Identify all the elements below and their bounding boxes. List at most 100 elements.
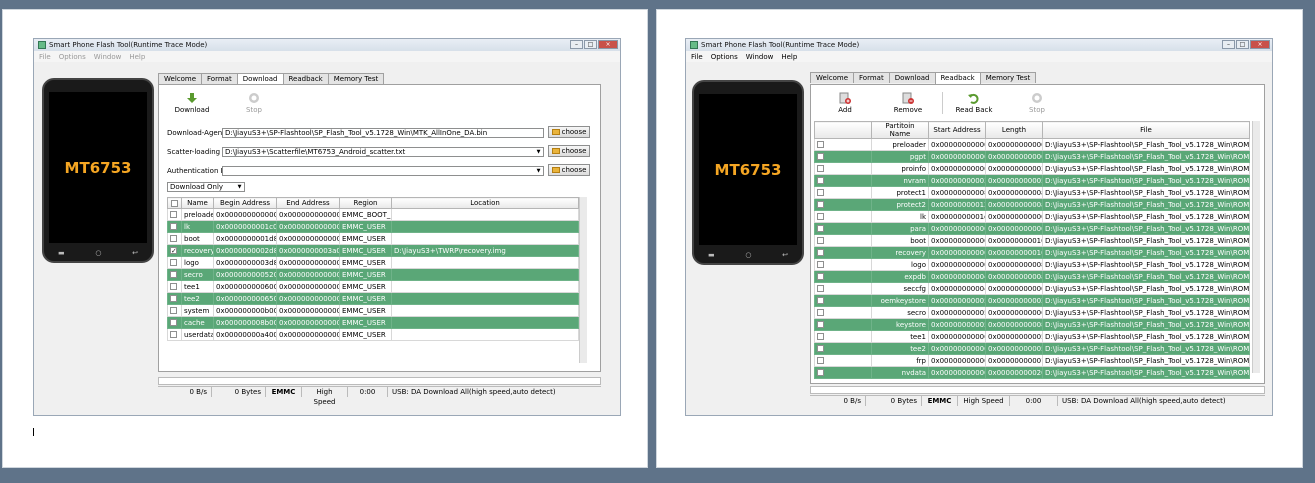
table-row[interactable]: protect20x000000000128...0x0000000000a0.… — [814, 198, 1250, 211]
col-length[interactable]: Length — [985, 121, 1043, 139]
close-button[interactable]: × — [598, 40, 618, 49]
table-row[interactable]: tee20x0000000000650...0x000000000050...D… — [814, 342, 1250, 355]
row-checkbox[interactable] — [817, 189, 824, 196]
tab-readback[interactable]: Readback — [282, 73, 329, 84]
minimize-button[interactable]: – — [570, 40, 583, 49]
cell-select-checkbox[interactable] — [814, 354, 872, 367]
stop-button[interactable]: Stop — [234, 92, 274, 114]
row-checkbox[interactable] — [170, 319, 177, 326]
row-checkbox[interactable] — [170, 283, 177, 290]
table-row[interactable]: pgpt0x000000000000...0x000000000000...D:… — [814, 150, 1250, 163]
row-checkbox[interactable] — [170, 307, 177, 314]
row-checkbox[interactable] — [170, 235, 177, 242]
menu-help[interactable]: Help — [129, 53, 145, 61]
table-row[interactable]: secro0x00000000052000000x000000000000000… — [167, 268, 579, 281]
row-checkbox[interactable] — [817, 213, 824, 220]
table-row[interactable]: userdata0x00000000a40000000x000000000000… — [167, 328, 579, 341]
cell-select-checkbox[interactable] — [167, 220, 182, 233]
col-region[interactable]: Region — [339, 197, 392, 209]
cell-select-checkbox[interactable] — [814, 174, 872, 187]
choose-scatter-button[interactable]: choose — [548, 145, 590, 157]
choose-auth-button[interactable]: choose — [548, 164, 590, 176]
cell-select-checkbox[interactable] — [814, 210, 872, 223]
row-checkbox[interactable] — [817, 201, 824, 208]
row-checkbox[interactable] — [817, 309, 824, 316]
cell-select-checkbox[interactable] — [814, 258, 872, 271]
row-checkbox[interactable] — [817, 141, 824, 148]
row-checkbox[interactable] — [170, 271, 177, 278]
table-row[interactable]: preloader0x000000000000...0x000000000004… — [814, 138, 1250, 151]
row-checkbox[interactable] — [170, 247, 177, 254]
table-row[interactable]: recovery0x0000000002d800000x0000000003a0… — [167, 244, 579, 257]
remove-button[interactable]: Remove — [888, 92, 928, 114]
right-scrollbar[interactable] — [1252, 121, 1260, 373]
col-file[interactable]: File — [1042, 121, 1250, 139]
menu-window[interactable]: Window — [746, 53, 774, 61]
row-checkbox[interactable] — [817, 333, 824, 340]
dropdown-arrow-icon[interactable]: ▼ — [535, 168, 542, 174]
col-partition-name[interactable]: Partitoin Name — [871, 121, 929, 139]
cell-select-checkbox[interactable] — [814, 162, 872, 175]
menu-window[interactable]: Window — [94, 53, 122, 61]
row-checkbox[interactable] — [170, 223, 177, 230]
table-row[interactable]: lk0x0000000001c8...0x000000000008...D:\J… — [814, 210, 1250, 223]
table-row[interactable]: recovery0x000000000002d...0x000000000100… — [814, 246, 1250, 259]
col-select-all[interactable] — [167, 197, 182, 209]
table-row[interactable]: lk0x0000000001c000000x0000000000000000EM… — [167, 220, 579, 233]
col-select[interactable] — [814, 121, 872, 139]
menu-file[interactable]: File — [39, 53, 51, 61]
row-checkbox[interactable] — [817, 249, 824, 256]
tab-format[interactable]: Format — [853, 72, 890, 83]
table-row[interactable]: cache0x000000008b0000000x000000000000000… — [167, 316, 579, 329]
dropdown-arrow-icon[interactable]: ▼ — [236, 184, 243, 190]
table-row[interactable]: boot0x0000000001d800000x0000000000000000… — [167, 232, 579, 245]
tab-welcome[interactable]: Welcome — [810, 72, 855, 83]
tab-memory-test[interactable]: Memory Test — [327, 73, 385, 84]
table-row[interactable]: tee10x00000000060000000x0000000000000000… — [167, 280, 579, 293]
row-checkbox[interactable] — [817, 273, 824, 280]
cell-select-checkbox[interactable] — [814, 318, 872, 331]
row-checkbox[interactable] — [817, 285, 824, 292]
cell-select-checkbox[interactable] — [167, 280, 182, 293]
row-checkbox[interactable] — [817, 321, 824, 328]
scatter-field[interactable]: D:\JiayuS3+\Scatterfile\MT6753_Android_s… — [222, 147, 544, 157]
col-begin-address[interactable]: Begin Address — [213, 197, 277, 209]
cell-select-checkbox[interactable] — [167, 316, 182, 329]
row-checkbox[interactable] — [817, 165, 824, 172]
read-back-button[interactable]: Read Back — [954, 92, 994, 114]
choose-download-agent-button[interactable]: choose — [548, 126, 590, 138]
col-location[interactable]: Location — [391, 197, 579, 209]
col-start-address[interactable]: Start Address — [928, 121, 986, 139]
maximize-button[interactable]: □ — [584, 40, 597, 49]
table-row[interactable]: system0x000000000b0000000x00000000000000… — [167, 304, 579, 317]
mode-select[interactable]: Download Only ▼ — [167, 182, 245, 192]
tab-welcome[interactable]: Welcome — [158, 73, 203, 84]
tab-readback[interactable]: Readback — [934, 72, 981, 84]
table-row[interactable]: tee10x0000000000600...0x000000000050...D… — [814, 330, 1250, 343]
cell-select-checkbox[interactable] — [167, 292, 182, 305]
table-row[interactable]: preloader0x00000000000000000x00000000000… — [167, 208, 579, 221]
close-button[interactable]: × — [1250, 40, 1270, 49]
table-row[interactable]: tee20x00000000065000000x0000000000000000… — [167, 292, 579, 305]
table-row[interactable]: nvdata0x000000000006b...0x000000000200..… — [814, 366, 1250, 379]
table-row[interactable]: secro0x0000000000520...0x000000000060...… — [814, 306, 1250, 319]
cell-select-checkbox[interactable] — [814, 282, 872, 295]
tab-memory-test[interactable]: Memory Test — [979, 72, 1037, 83]
row-checkbox[interactable] — [817, 225, 824, 232]
cell-select-checkbox[interactable] — [814, 222, 872, 235]
maximize-button[interactable]: □ — [1236, 40, 1249, 49]
table-row[interactable]: expdb0x0000000000458...0x0000000000a0...… — [814, 270, 1250, 283]
menu-file[interactable]: File — [691, 53, 703, 61]
cell-select-checkbox[interactable] — [814, 366, 872, 379]
row-checkbox[interactable] — [817, 153, 824, 160]
table-row[interactable]: oemkeystore0x0000000000500...0x000000000… — [814, 294, 1250, 307]
dropdown-arrow-icon[interactable]: ▼ — [535, 149, 542, 155]
cell-select-checkbox[interactable] — [814, 198, 872, 211]
cell-select-checkbox[interactable] — [814, 138, 872, 151]
cell-select-checkbox[interactable] — [814, 186, 872, 199]
cell-select-checkbox[interactable] — [167, 256, 182, 269]
cell-select-checkbox[interactable] — [167, 232, 182, 245]
download-agent-field[interactable]: D:\JiayuS3+\SP-Flashtool\SP_Flash_Tool_v… — [222, 128, 544, 138]
col-name[interactable]: Name — [181, 197, 214, 209]
table-row[interactable]: boot0x000000000001d...0x000000000100...D… — [814, 234, 1250, 247]
